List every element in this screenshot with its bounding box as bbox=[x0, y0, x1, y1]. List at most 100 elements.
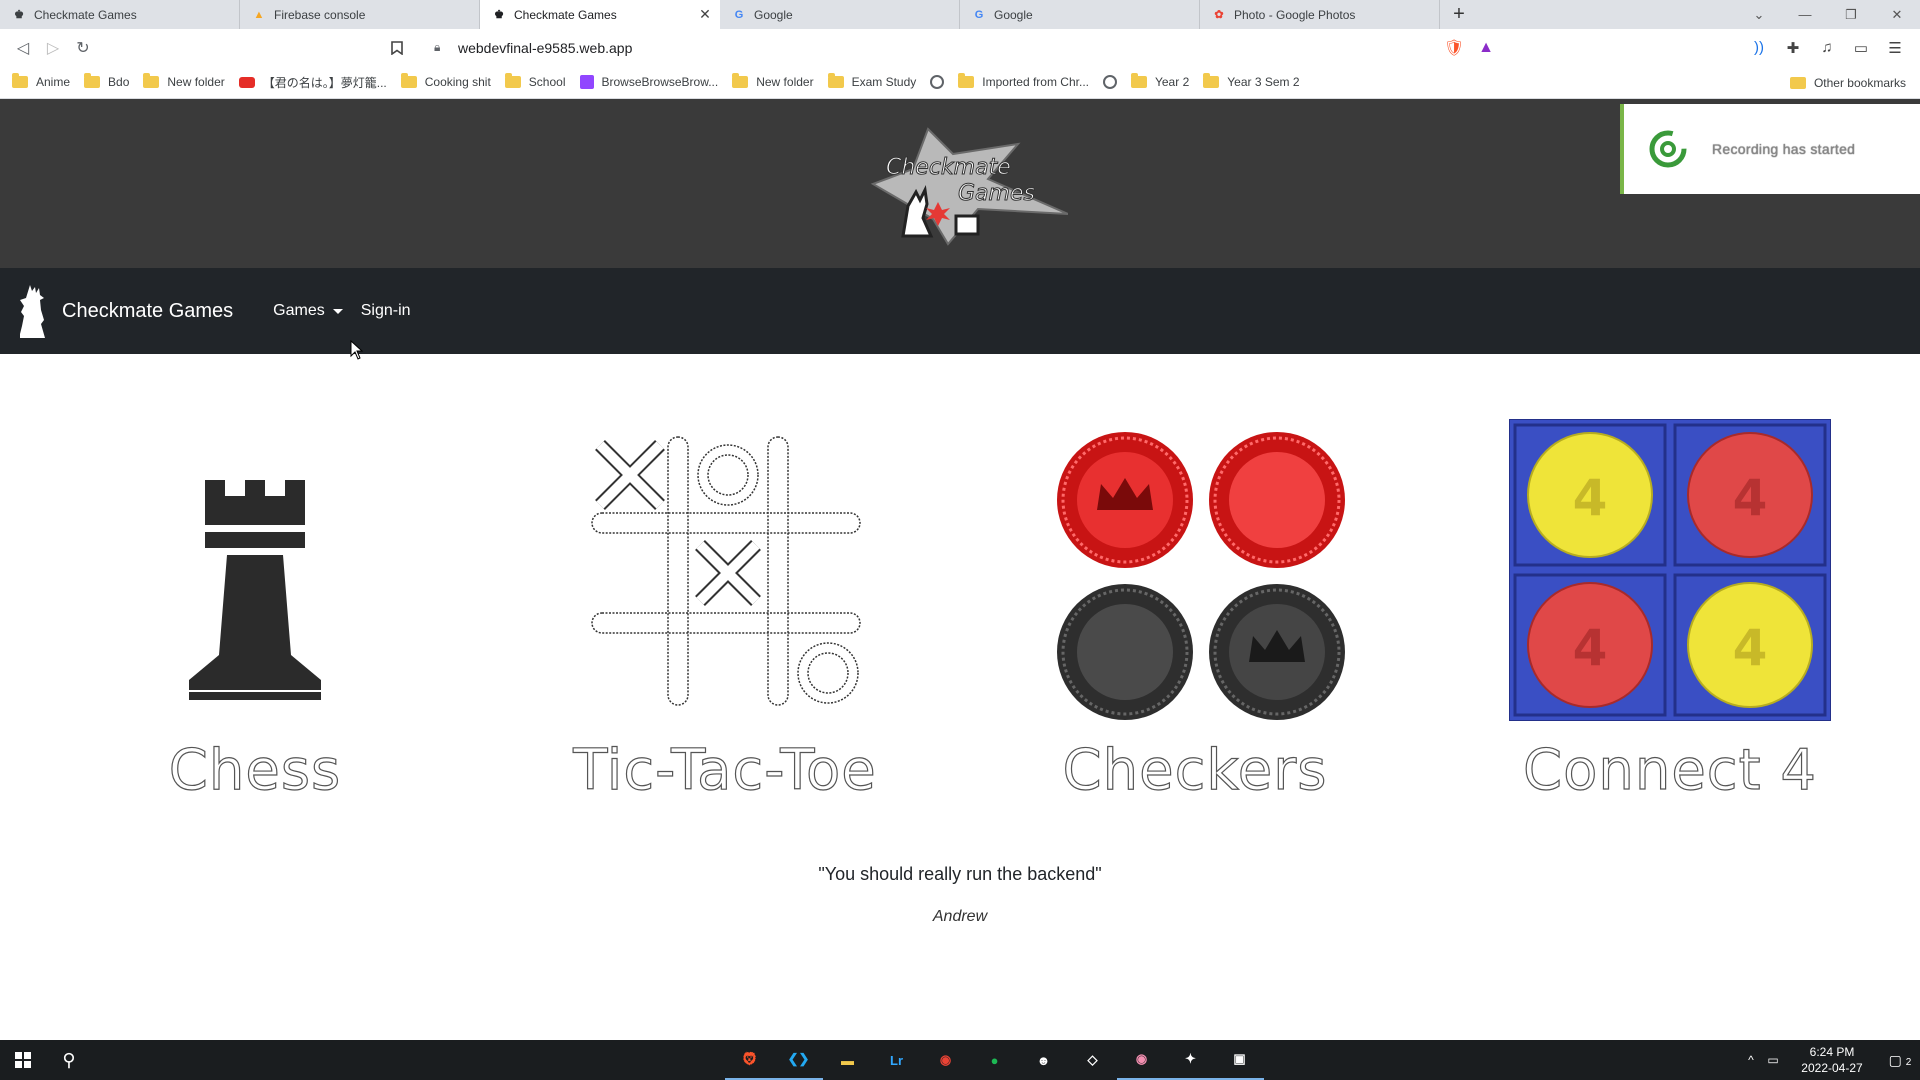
yellow-chip-icon: 4 bbox=[1687, 582, 1813, 708]
minimize-icon[interactable]: — bbox=[1782, 0, 1828, 29]
bookmark-bdo[interactable]: Bdo bbox=[84, 73, 129, 89]
brave-shield-icon[interactable]: 🛡︎ bbox=[1438, 38, 1470, 58]
navbar-brand[interactable]: Checkmate Games bbox=[20, 283, 233, 339]
tray-overflow-icon[interactable]: ^ bbox=[1740, 1053, 1762, 1067]
lightroom-icon[interactable]: Lr bbox=[872, 1040, 921, 1080]
vscode-icon[interactable]: ❮❯ bbox=[774, 1040, 823, 1080]
tab-firebase-console[interactable]: ▲ Firebase console bbox=[240, 0, 480, 29]
tic-tac-toe-icon bbox=[591, 436, 861, 706]
network-icon[interactable]: ▭ bbox=[1762, 1053, 1784, 1067]
brave-icons: 🛡︎ ▲ bbox=[1438, 33, 1502, 62]
notification-center-icon[interactable]: ▢ 2 bbox=[1880, 1052, 1920, 1069]
twitch-icon bbox=[579, 75, 594, 89]
address-bar[interactable]: 🔒︎ webdevfinal-e9585.web.app bbox=[420, 33, 1430, 62]
bookmark-year-2[interactable]: Year 2 bbox=[1130, 73, 1190, 89]
bookmark-anime[interactable]: Anime bbox=[12, 73, 70, 89]
game-card-tic-tac-toe[interactable]: Tic-Tac-Toe bbox=[545, 400, 905, 820]
bookmark-new-folder-1[interactable]: New folder bbox=[143, 73, 225, 89]
speech-icon[interactable]: )) bbox=[1742, 39, 1776, 56]
bookmark-year-3-sem-2[interactable]: Year 3 Sem 2 bbox=[1203, 73, 1300, 89]
bookmark-label: Imported from Chr... bbox=[982, 75, 1089, 89]
discord-bot-icon[interactable]: ☻ bbox=[1019, 1040, 1068, 1080]
bookmark-label: School bbox=[528, 75, 566, 89]
folder-icon bbox=[84, 73, 101, 88]
mouse-cursor-icon bbox=[350, 340, 364, 360]
restore-icon[interactable]: ❐ bbox=[1828, 0, 1874, 29]
close-window-icon[interactable]: ✕ bbox=[1874, 0, 1920, 29]
anime-app-icon[interactable]: ✦ bbox=[1166, 1040, 1215, 1080]
globe-icon bbox=[1102, 75, 1117, 89]
chrome-icon[interactable]: ◉ bbox=[921, 1040, 970, 1080]
google-photos-icon: ✿ bbox=[1214, 9, 1224, 21]
bookmark-exam-study[interactable]: Exam Study bbox=[827, 73, 916, 89]
toast-text: Recording has started bbox=[1712, 141, 1856, 157]
chrome-alt-icon[interactable]: ◉ bbox=[1117, 1040, 1166, 1080]
bookmark-school[interactable]: School bbox=[504, 73, 566, 89]
bookmark-twitch[interactable]: BrowseBrowseBrow... bbox=[579, 75, 719, 89]
close-tab-icon[interactable]: ✕ bbox=[696, 6, 714, 23]
tab-google-2[interactable]: G Google bbox=[960, 0, 1200, 29]
extensions-area: )) ✚ ♫ ▭ ☰ bbox=[1742, 33, 1912, 62]
unity-icon[interactable]: ◇ bbox=[1068, 1040, 1117, 1080]
firebase-icon: ▲ bbox=[253, 8, 265, 21]
forward-icon[interactable]: ▷ bbox=[38, 33, 68, 63]
window-controls: ⌄ — ❐ ✕ bbox=[1736, 0, 1920, 29]
lock-icon: 🔒︎ bbox=[434, 40, 441, 54]
back-icon[interactable]: ◁ bbox=[8, 33, 38, 63]
bookmark-imported[interactable]: Imported from Chr... bbox=[958, 73, 1089, 89]
menu-icon[interactable]: ☰ bbox=[1878, 39, 1912, 57]
tab-title: Photo - Google Photos bbox=[1234, 7, 1356, 22]
clock-date: 2022-04-27 bbox=[1801, 1061, 1863, 1075]
site-logo[interactable]: Checkmate Games bbox=[868, 124, 1068, 249]
windows-start-icon[interactable] bbox=[0, 1040, 46, 1080]
file-explorer-icon[interactable]: ▬ bbox=[823, 1040, 872, 1080]
nav-signin-link[interactable]: Sign-in bbox=[361, 302, 411, 320]
red-chip-icon: 4 bbox=[1527, 582, 1653, 708]
bookmark-label: Year 2 bbox=[1154, 75, 1190, 89]
folder-icon bbox=[732, 73, 749, 88]
taskbar-search-icon[interactable]: ⚲ bbox=[46, 1040, 92, 1080]
tab-google-photos[interactable]: ✿ Photo - Google Photos bbox=[1200, 0, 1440, 29]
new-tab-button[interactable]: + bbox=[1444, 0, 1474, 29]
tab-title: Google bbox=[994, 7, 1033, 22]
puzzle-extensions-icon[interactable]: ✚ bbox=[1776, 39, 1810, 57]
bookmark-cooking[interactable]: Cooking shit bbox=[400, 73, 491, 89]
tab-checkmate-games-active[interactable]: ♚ Checkmate Games ✕ bbox=[480, 0, 720, 29]
folder-icon bbox=[827, 73, 844, 88]
brave-rewards-icon[interactable]: ▲ bbox=[1470, 39, 1502, 57]
tab-strip: ♚ Checkmate Games ▲ Firebase console ♚ C… bbox=[0, 0, 1920, 29]
recording-toast: Recording has started bbox=[1620, 104, 1920, 194]
media-icon[interactable]: ♫ bbox=[1810, 39, 1844, 56]
reload-icon[interactable]: ↻ bbox=[68, 33, 98, 63]
bookmark-page-icon[interactable] bbox=[382, 33, 412, 63]
tab-checkmate-games-1[interactable]: ♚ Checkmate Games bbox=[0, 0, 240, 29]
folder-icon bbox=[12, 73, 28, 88]
screen-recorder-icon[interactable]: ▣ bbox=[1215, 1040, 1264, 1080]
bookmark-globe-2[interactable] bbox=[1102, 75, 1117, 89]
connect-four-icon: 4 4 4 4 bbox=[1509, 419, 1831, 721]
wallet-icon[interactable]: ▭ bbox=[1844, 39, 1878, 57]
chess-rook-icon bbox=[189, 480, 321, 700]
other-bookmarks[interactable]: Other bookmarks bbox=[1789, 66, 1906, 99]
logo-text-games: Games bbox=[958, 181, 1035, 206]
red-chip-icon: 4 bbox=[1687, 432, 1813, 558]
logo-text-checkmate: Checkmate bbox=[886, 155, 1011, 180]
tab-search-icon[interactable]: ⌄ bbox=[1736, 0, 1782, 29]
nav-games-dropdown[interactable]: Games bbox=[273, 302, 343, 320]
game-card-connect-4[interactable]: 4 4 4 4 Connect 4 bbox=[1490, 400, 1850, 820]
brave-icon[interactable]: 🦁︎ bbox=[725, 1040, 774, 1080]
folder-icon bbox=[504, 73, 521, 88]
game-card-chess[interactable]: Chess bbox=[75, 400, 435, 820]
recording-icon bbox=[1649, 130, 1687, 168]
game-card-checkers[interactable]: Checkers bbox=[1015, 400, 1375, 820]
bookmark-new-folder-2[interactable]: New folder bbox=[732, 73, 814, 89]
google-icon: G bbox=[974, 8, 984, 21]
bookmark-label: BrowseBrowseBrow... bbox=[601, 75, 719, 89]
tab-google-1[interactable]: G Google bbox=[720, 0, 960, 29]
bookmark-globe-1[interactable] bbox=[930, 75, 945, 89]
browser-toolbar: ◁ ▷ ↻ 🔒︎ webdevfinal-e9585.web.app 🛡︎ ▲ … bbox=[0, 29, 1920, 66]
bookmark-youtube[interactable]: 【君の名は。】夢灯籠... bbox=[238, 74, 387, 91]
spotify-icon[interactable]: ● bbox=[970, 1040, 1019, 1080]
taskbar-clock[interactable]: 6:24 PM 2022-04-27 bbox=[1784, 1044, 1880, 1076]
bookmark-label: Year 3 Sem 2 bbox=[1227, 75, 1300, 89]
